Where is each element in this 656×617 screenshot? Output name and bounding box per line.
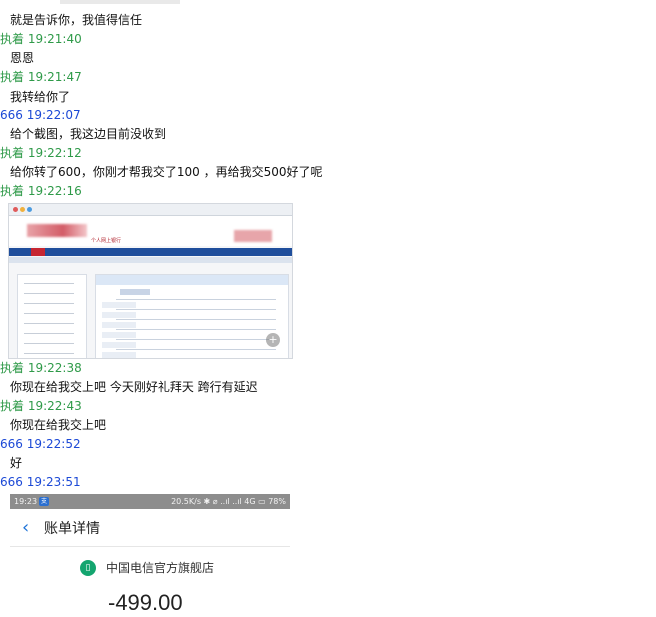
bank-subnav-bar bbox=[9, 257, 292, 263]
status-time: 19:23 bbox=[14, 497, 38, 506]
bank-transfer-result-panel bbox=[95, 274, 289, 358]
cropped-text-fragment bbox=[60, 0, 180, 4]
payment-bill-screenshot[interactable]: 19:23 支 20.5K/s ✱ ⌀ ..ıl ..ıl 4G ▭ 78% ‹… bbox=[10, 494, 290, 617]
message-text: 给个截图，我这边目前没收到 bbox=[10, 127, 167, 141]
bank-title: 个人网上银行 bbox=[91, 238, 122, 244]
message-text: 恩恩 bbox=[10, 51, 35, 65]
message-text: 你现在给我交上吧 bbox=[10, 418, 107, 432]
sender-line: 执着 19:22:43 bbox=[0, 399, 82, 413]
merchant-name: 中国电信官方旗舰店 bbox=[106, 561, 215, 575]
message-text: 给你转了600，你刚才帮我交了100 ，再给我交500好了呢 bbox=[10, 165, 323, 179]
sender-line: 执着 19:22:12 bbox=[0, 146, 82, 160]
payment-amount: -499.00 bbox=[108, 590, 183, 615]
message-text: 我转给你了 bbox=[10, 90, 71, 104]
divider bbox=[10, 546, 290, 547]
status-indicators: 20.5K/s ✱ ⌀ ..ıl ..ıl 4G ▭ 78% bbox=[171, 497, 286, 506]
bank-nav-bar bbox=[9, 248, 292, 256]
message-text: 好 bbox=[10, 456, 23, 470]
browser-dot-icon bbox=[27, 207, 32, 212]
blurred-header-banner bbox=[234, 230, 272, 242]
browser-dot-icon bbox=[13, 207, 18, 212]
sender-line: 执着 19:22:16 bbox=[0, 184, 82, 198]
sender-line: 666 19:22:52 bbox=[0, 437, 81, 451]
browser-dot-icon bbox=[20, 207, 25, 212]
sender-line: 执着 19:21:47 bbox=[0, 70, 82, 84]
magnifier-plus-icon[interactable]: + bbox=[266, 333, 280, 347]
bank-side-menu bbox=[17, 274, 87, 358]
message-text: 你现在给我交上吧 今天刚好礼拜天 跨行有延迟 bbox=[10, 380, 258, 394]
bank-nav-active-tab bbox=[31, 248, 45, 256]
blurred-bank-logo bbox=[27, 224, 87, 237]
browser-address-bar bbox=[9, 204, 292, 216]
sender-line: 执着 19:21:40 bbox=[0, 32, 82, 46]
sender-line: 666 19:22:07 bbox=[0, 108, 81, 122]
phone-merchant-icon: ▯ bbox=[80, 560, 96, 576]
back-arrow-icon[interactable]: ‹ bbox=[22, 519, 29, 537]
bank-transfer-screenshot[interactable]: 个人网上银行 + bbox=[8, 203, 293, 359]
alipay-badge-icon: 支 bbox=[39, 497, 49, 506]
phone-status-bar: 19:23 支 20.5K/s ✱ ⌀ ..ıl ..ıl 4G ▭ 78% bbox=[10, 494, 290, 509]
sender-line: 666 19:23:51 bbox=[0, 475, 81, 489]
page-title: 账单详情 bbox=[44, 521, 100, 537]
sender-line: 执着 19:22:38 bbox=[0, 361, 82, 375]
message-text: 就是告诉你，我值得信任 bbox=[10, 13, 143, 27]
